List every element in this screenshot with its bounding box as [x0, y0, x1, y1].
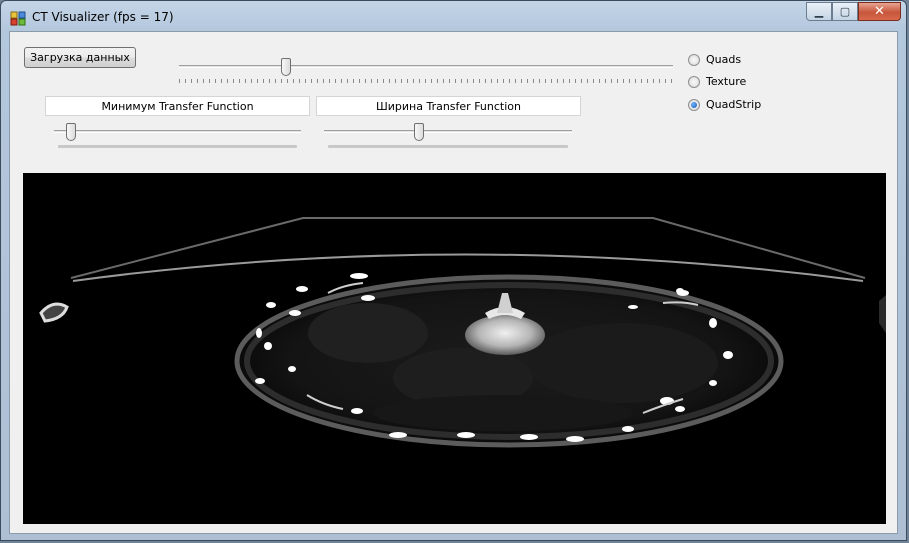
- radio-quads-label: Quads: [706, 53, 742, 66]
- tf-min-slider-track[interactable]: [54, 130, 301, 133]
- radio-button-icon[interactable]: [688, 75, 700, 88]
- ct-slice-image: [39, 217, 886, 448]
- maximize-button[interactable]: ▢: [832, 2, 858, 21]
- close-icon: ✕: [874, 4, 885, 19]
- app-icon: [10, 11, 26, 26]
- radio-button-icon[interactable]: [688, 53, 700, 66]
- tf-min-label: Минимум Transfer Function: [45, 96, 310, 116]
- title-bar[interactable]: CT Visualizer (fps = 17) ▁ ▢ ✕: [1, 1, 906, 33]
- tf-min-slider-thumb[interactable]: [66, 123, 76, 141]
- close-button[interactable]: ✕: [858, 2, 901, 21]
- layer-slider[interactable]: [179, 58, 673, 87]
- tf-width-slider-ticks: [328, 145, 568, 148]
- minimize-button[interactable]: ▁: [806, 2, 832, 21]
- tf-width-slider-track[interactable]: [324, 130, 572, 133]
- window-title: CT Visualizer (fps = 17): [32, 10, 174, 24]
- layer-slider-track[interactable]: [179, 65, 673, 68]
- tf-width-slider-thumb[interactable]: [414, 123, 424, 141]
- tf-width-slider[interactable]: [324, 123, 572, 150]
- radio-texture-label: Texture: [706, 75, 747, 88]
- minimize-icon: ▁: [814, 5, 824, 18]
- tf-min-slider[interactable]: [54, 123, 301, 150]
- app-window: CT Visualizer (fps = 17) ▁ ▢ ✕ Загрузка …: [0, 0, 907, 541]
- radio-texture[interactable]: Texture: [688, 75, 746, 88]
- maximize-icon: ▢: [839, 5, 851, 18]
- radio-quads[interactable]: Quads: [688, 53, 741, 66]
- client-area: Загрузка данных Минимум Transfer Functio…: [9, 31, 898, 534]
- tf-min-slider-ticks: [58, 145, 297, 148]
- radio-quadstrip[interactable]: QuadStrip: [688, 98, 761, 111]
- layer-slider-ticks: [179, 79, 673, 83]
- layer-slider-thumb[interactable]: [281, 58, 291, 76]
- radio-quadstrip-label: QuadStrip: [706, 98, 762, 111]
- load-data-button[interactable]: Загрузка данных: [24, 47, 136, 68]
- tf-width-label: Ширина Transfer Function: [316, 96, 581, 116]
- render-viewport[interactable]: [23, 173, 886, 524]
- radio-button-icon[interactable]: [688, 98, 700, 111]
